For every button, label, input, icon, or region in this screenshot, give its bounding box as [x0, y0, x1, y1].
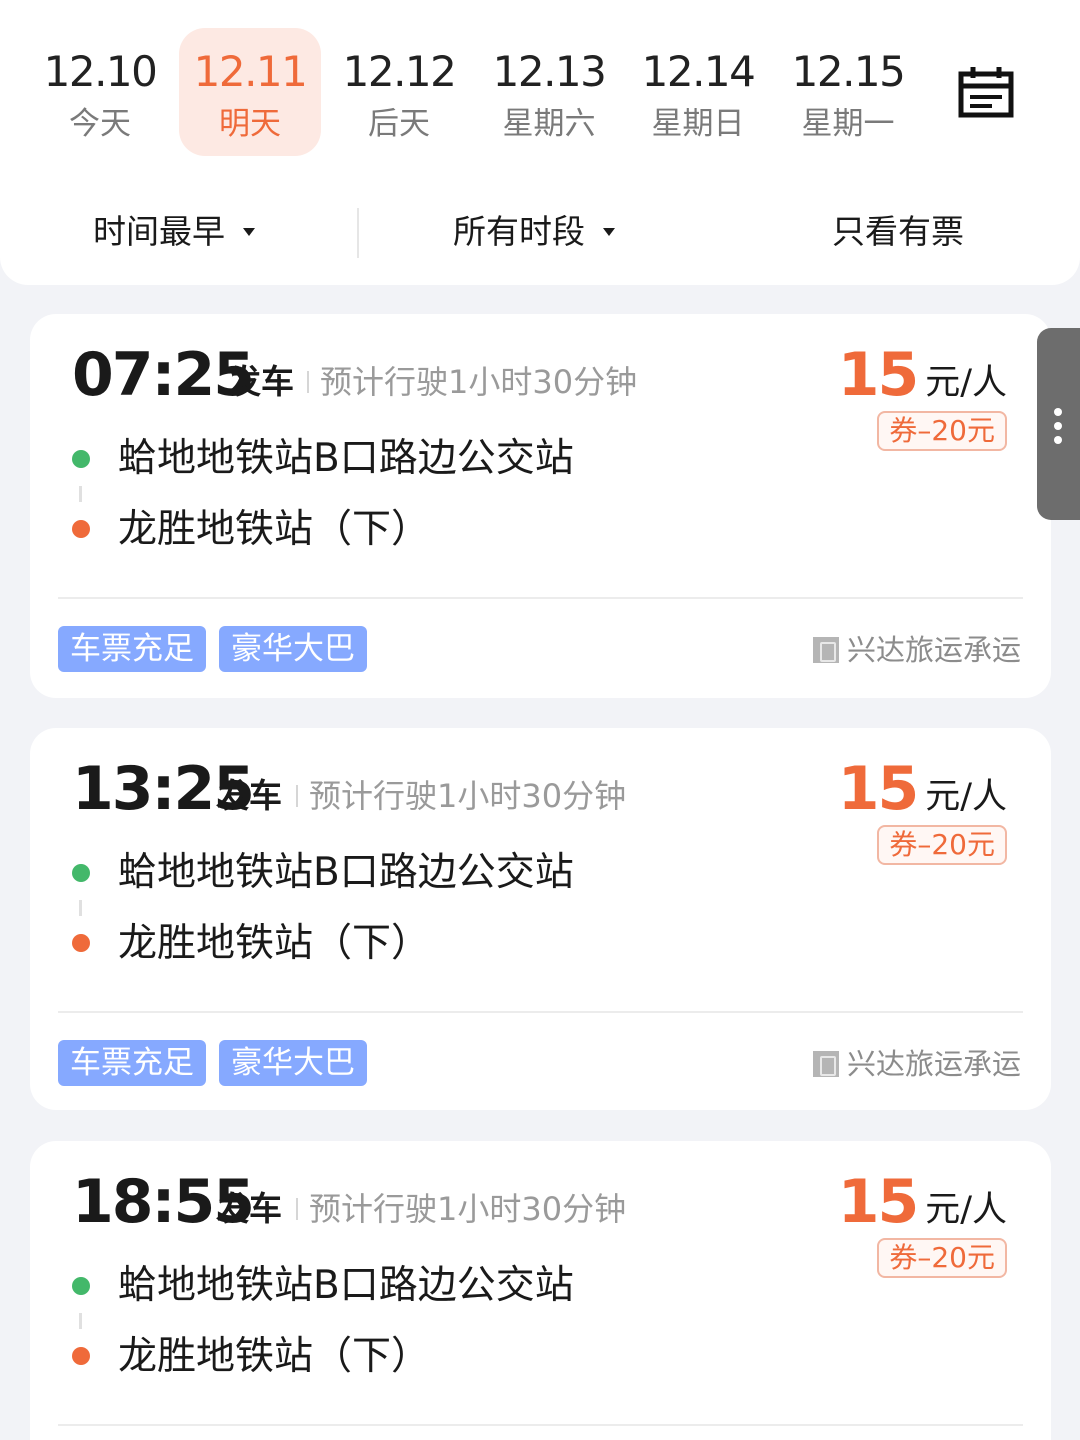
period-dropdown[interactable]: 所有时段 — [453, 208, 615, 256]
more-vertical-icon — [1054, 422, 1062, 430]
destination-station: 龙胜地铁站（下） — [118, 1334, 431, 1379]
date-number: 12.10 — [43, 47, 158, 96]
date-number: 12.11 — [193, 47, 308, 96]
origin-station: 蛤地地铁站B口路边公交站 — [118, 850, 574, 895]
card-divider — [58, 1424, 1023, 1426]
trip-card[interactable]: 13:25 发车 预计行驶1小时30分钟 蛤地地铁站B口路边公交站 龙胜地铁站（… — [30, 728, 1051, 1110]
available-only-toggle[interactable]: 只看有票 — [832, 208, 964, 256]
tag-tickets-available: 车票充足 — [58, 1040, 206, 1086]
coupon-badge: 券–20元 — [877, 825, 1007, 865]
coupon-badge: 券–20元 — [877, 411, 1007, 451]
separator — [296, 1198, 298, 1220]
depart-label: 发车 — [228, 362, 294, 401]
route-line — [79, 900, 82, 916]
card-divider — [58, 1011, 1023, 1013]
more-vertical-icon — [1054, 408, 1062, 416]
route-line — [79, 486, 82, 502]
duration-text: 预计行驶1小时30分钟 — [309, 777, 627, 815]
period-label: 所有时段 — [453, 212, 585, 251]
date-number: 12.13 — [492, 47, 607, 96]
date-number: 12.14 — [641, 47, 756, 96]
header: 12.10 今天 12.11 明天 12.12 后天 12.13 星期六 12.… — [0, 0, 1080, 285]
price-amount: 15 — [837, 754, 919, 824]
date-number: 12.12 — [342, 47, 457, 96]
card-divider — [58, 597, 1023, 599]
duration-text: 预计行驶1小时30分钟 — [309, 1190, 627, 1228]
available-only-label: 只看有票 — [832, 212, 964, 251]
date-number: 12.15 — [791, 47, 906, 96]
date-label: 后天 — [368, 106, 430, 142]
date-label: 星期日 — [651, 106, 745, 142]
depart-label: 发车 — [216, 1189, 282, 1228]
sort-dropdown[interactable]: 时间最早 — [93, 208, 255, 256]
origin-dot — [72, 864, 90, 882]
separator — [296, 785, 298, 807]
price: 15 元/人 — [838, 342, 1007, 408]
operator: 兴达旅运承运 — [812, 630, 1021, 670]
more-vertical-icon — [1054, 436, 1062, 444]
coupon-badge: 券–20元 — [877, 1238, 1007, 1278]
trip-card[interactable]: 07:25 发车 预计行驶1小时30分钟 蛤地地铁站B口路边公交站 龙胜地铁站（… — [30, 314, 1051, 698]
date-tab-1[interactable]: 12.11 明天 — [179, 28, 321, 156]
date-tab-0[interactable]: 12.10 今天 — [29, 28, 171, 156]
date-label: 今天 — [69, 106, 131, 142]
caret-down-icon — [243, 227, 255, 236]
date-tab-4[interactable]: 12.14 星期日 — [627, 28, 769, 156]
duration-text: 预计行驶1小时30分钟 — [320, 363, 638, 401]
date-label: 星期一 — [801, 106, 895, 142]
caret-down-icon — [603, 227, 615, 236]
depart-label: 发车 — [216, 776, 282, 815]
origin-station: 蛤地地铁站B口路边公交站 — [118, 436, 574, 481]
date-tab-2[interactable]: 12.12 后天 — [328, 28, 470, 156]
destination-dot — [72, 1347, 90, 1365]
price-amount: 15 — [837, 340, 919, 410]
sort-label: 时间最早 — [93, 212, 225, 251]
operator: 兴达旅运承运 — [812, 1044, 1021, 1084]
origin-dot — [72, 1277, 90, 1295]
destination-station: 龙胜地铁站（下） — [118, 921, 431, 966]
tag-luxury-bus: 豪华大巴 — [219, 626, 367, 672]
destination-dot — [72, 520, 90, 538]
date-label: 明天 — [219, 106, 281, 142]
tag-tickets-available: 车票充足 — [58, 626, 206, 672]
date-tab-5[interactable]: 12.15 星期一 — [777, 28, 919, 156]
route-line — [79, 1313, 82, 1329]
operator-logo-icon — [812, 637, 839, 663]
date-tab-3[interactable]: 12.13 星期六 — [478, 28, 620, 156]
date-label: 星期六 — [502, 106, 596, 142]
destination-dot — [72, 934, 90, 952]
destination-station: 龙胜地铁站（下） — [118, 507, 431, 552]
price-unit: 元/人 — [925, 363, 1007, 403]
origin-dot — [72, 450, 90, 468]
price-unit: 元/人 — [925, 777, 1007, 817]
departure-time: 07:25 — [72, 340, 255, 410]
price: 15 元/人 — [838, 1169, 1007, 1235]
floating-menu-handle[interactable] — [1037, 328, 1080, 520]
price-unit: 元/人 — [925, 1190, 1007, 1230]
origin-station: 蛤地地铁站B口路边公交站 — [118, 1263, 574, 1308]
trip-card[interactable]: 18:55 发车 预计行驶1小时30分钟 蛤地地铁站B口路边公交站 龙胜地铁站（… — [30, 1141, 1051, 1440]
filter-divider — [357, 208, 359, 258]
calendar-icon[interactable] — [958, 66, 1014, 118]
separator — [307, 371, 309, 393]
price: 15 元/人 — [838, 756, 1007, 822]
operator-logo-icon — [812, 1051, 839, 1077]
operator-name: 兴达旅运承运 — [846, 633, 1021, 667]
operator-name: 兴达旅运承运 — [846, 1047, 1021, 1081]
price-amount: 15 — [837, 1167, 919, 1237]
tag-luxury-bus: 豪华大巴 — [219, 1040, 367, 1086]
